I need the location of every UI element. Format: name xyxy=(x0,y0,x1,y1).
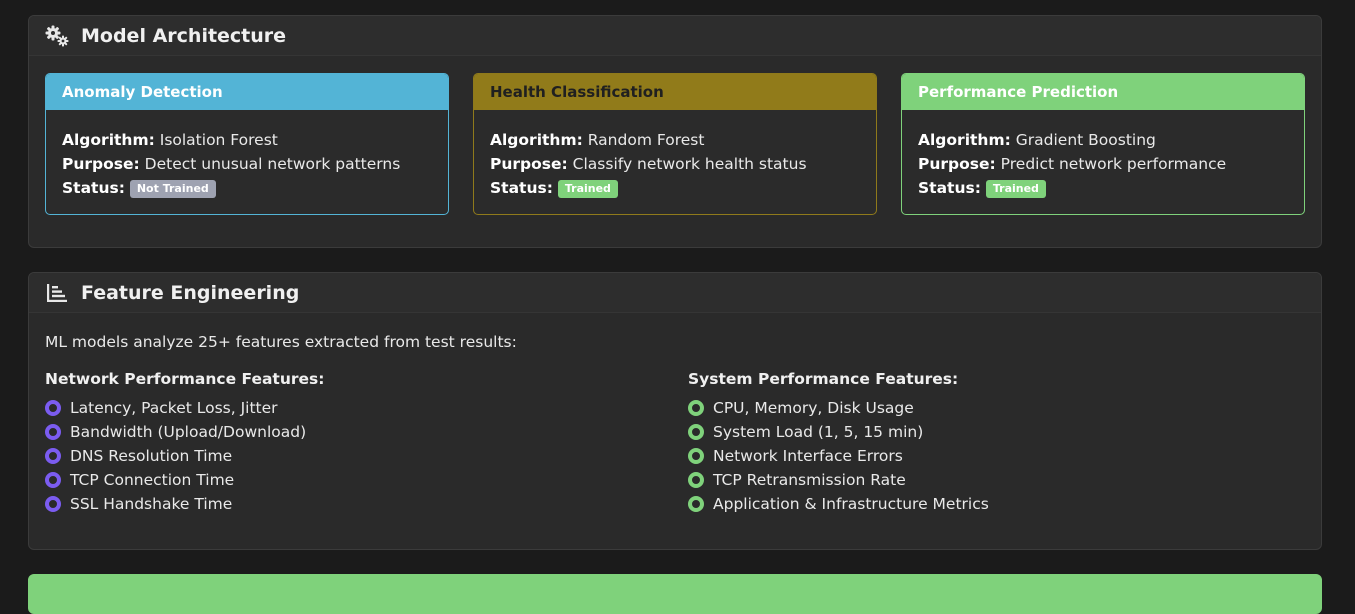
feature-label: Network Interface Errors xyxy=(713,447,903,465)
model-architecture-title: Model Architecture xyxy=(81,24,287,47)
feature-label: TCP Retransmission Rate xyxy=(713,471,906,489)
feature-label: Bandwidth (Upload/Download) xyxy=(70,423,307,441)
list-item: TCP Connection Time xyxy=(45,468,324,492)
green-bullet-icon xyxy=(688,424,704,440)
purple-bullet-icon xyxy=(45,424,61,440)
list-item: Application & Infrastructure Metrics xyxy=(688,492,989,516)
list-item: Network Interface Errors xyxy=(688,444,989,468)
status-label: Status: xyxy=(918,179,981,197)
network-features-column: Network Performance Features: Latency, P… xyxy=(45,370,324,516)
model-name: Performance Prediction xyxy=(902,74,1304,110)
model-name: Health Classification xyxy=(474,74,876,110)
model-list: Anomaly Detection Algorithm: Isolation F… xyxy=(45,73,1305,215)
feature-label: CPU, Memory, Disk Usage xyxy=(713,399,914,417)
purpose-label: Purpose: xyxy=(490,155,568,173)
status-label: Status: xyxy=(490,179,553,197)
green-bullet-icon xyxy=(688,472,704,488)
network-features-list: Latency, Packet Loss, Jitter Bandwidth (… xyxy=(45,396,324,516)
algorithm-label: Algorithm: xyxy=(490,131,583,149)
model-name: Anomaly Detection xyxy=(46,74,448,110)
list-item: Latency, Packet Loss, Jitter xyxy=(45,396,324,420)
green-bullet-icon xyxy=(688,400,704,416)
feature-engineering-title: Feature Engineering xyxy=(81,281,300,304)
green-bullet-icon xyxy=(688,496,704,512)
model-architecture-card: Model Architecture Anomaly Detection Alg… xyxy=(28,15,1322,248)
purpose-value: Predict network performance xyxy=(1000,155,1227,173)
model-card-health-classification: Health Classification Algorithm: Random … xyxy=(473,73,877,215)
gears-icon xyxy=(45,24,69,48)
purple-bullet-icon xyxy=(45,496,61,512)
status-badge: Trained xyxy=(557,180,618,198)
algorithm-label: Algorithm: xyxy=(918,131,1011,149)
feature-engineering-card: Feature Engineering ML models analyze 25… xyxy=(28,272,1322,550)
list-item: CPU, Memory, Disk Usage xyxy=(688,396,989,420)
model-architecture-header: Model Architecture xyxy=(29,16,1321,56)
system-features-heading: System Performance Features: xyxy=(688,370,959,388)
purpose-label: Purpose: xyxy=(918,155,996,173)
status-label: Status: xyxy=(62,179,125,197)
list-item: SSL Handshake Time xyxy=(45,492,324,516)
purpose-value: Detect unusual network patterns xyxy=(144,155,401,173)
green-bullet-icon xyxy=(688,448,704,464)
feature-label: System Load (1, 5, 15 min) xyxy=(713,423,924,441)
purpose-label: Purpose: xyxy=(62,155,140,173)
feature-label: DNS Resolution Time xyxy=(70,447,233,465)
feature-label: TCP Connection Time xyxy=(70,471,235,489)
algorithm-value: Isolation Forest xyxy=(159,131,278,149)
algorithm-value: Random Forest xyxy=(587,131,705,149)
status-badge: Trained xyxy=(985,180,1046,198)
system-features-list: CPU, Memory, Disk Usage System Load (1, … xyxy=(688,396,989,516)
status-badge: Not Trained xyxy=(129,180,216,198)
list-item: System Load (1, 5, 15 min) xyxy=(688,420,989,444)
system-features-column: System Performance Features: CPU, Memory… xyxy=(688,370,989,516)
purpose-value: Classify network health status xyxy=(572,155,807,173)
next-section-card-header xyxy=(28,574,1322,614)
feature-label: Application & Infrastructure Metrics xyxy=(713,495,989,513)
feature-engineering-header: Feature Engineering xyxy=(29,273,1321,313)
list-item: Bandwidth (Upload/Download) xyxy=(45,420,324,444)
features-intro: ML models analyze 25+ features extracted… xyxy=(45,333,517,351)
model-card-performance-prediction: Performance Prediction Algorithm: Gradie… xyxy=(901,73,1305,215)
model-card-anomaly-detection: Anomaly Detection Algorithm: Isolation F… xyxy=(45,73,449,215)
purple-bullet-icon xyxy=(45,400,61,416)
network-features-heading: Network Performance Features: xyxy=(45,370,325,388)
algorithm-value: Gradient Boosting xyxy=(1015,131,1156,149)
chart-bar-icon xyxy=(45,281,69,305)
purple-bullet-icon xyxy=(45,448,61,464)
feature-label: Latency, Packet Loss, Jitter xyxy=(70,399,278,417)
algorithm-label: Algorithm: xyxy=(62,131,155,149)
list-item: TCP Retransmission Rate xyxy=(688,468,989,492)
list-item: DNS Resolution Time xyxy=(45,444,324,468)
purple-bullet-icon xyxy=(45,472,61,488)
feature-label: SSL Handshake Time xyxy=(70,495,233,513)
